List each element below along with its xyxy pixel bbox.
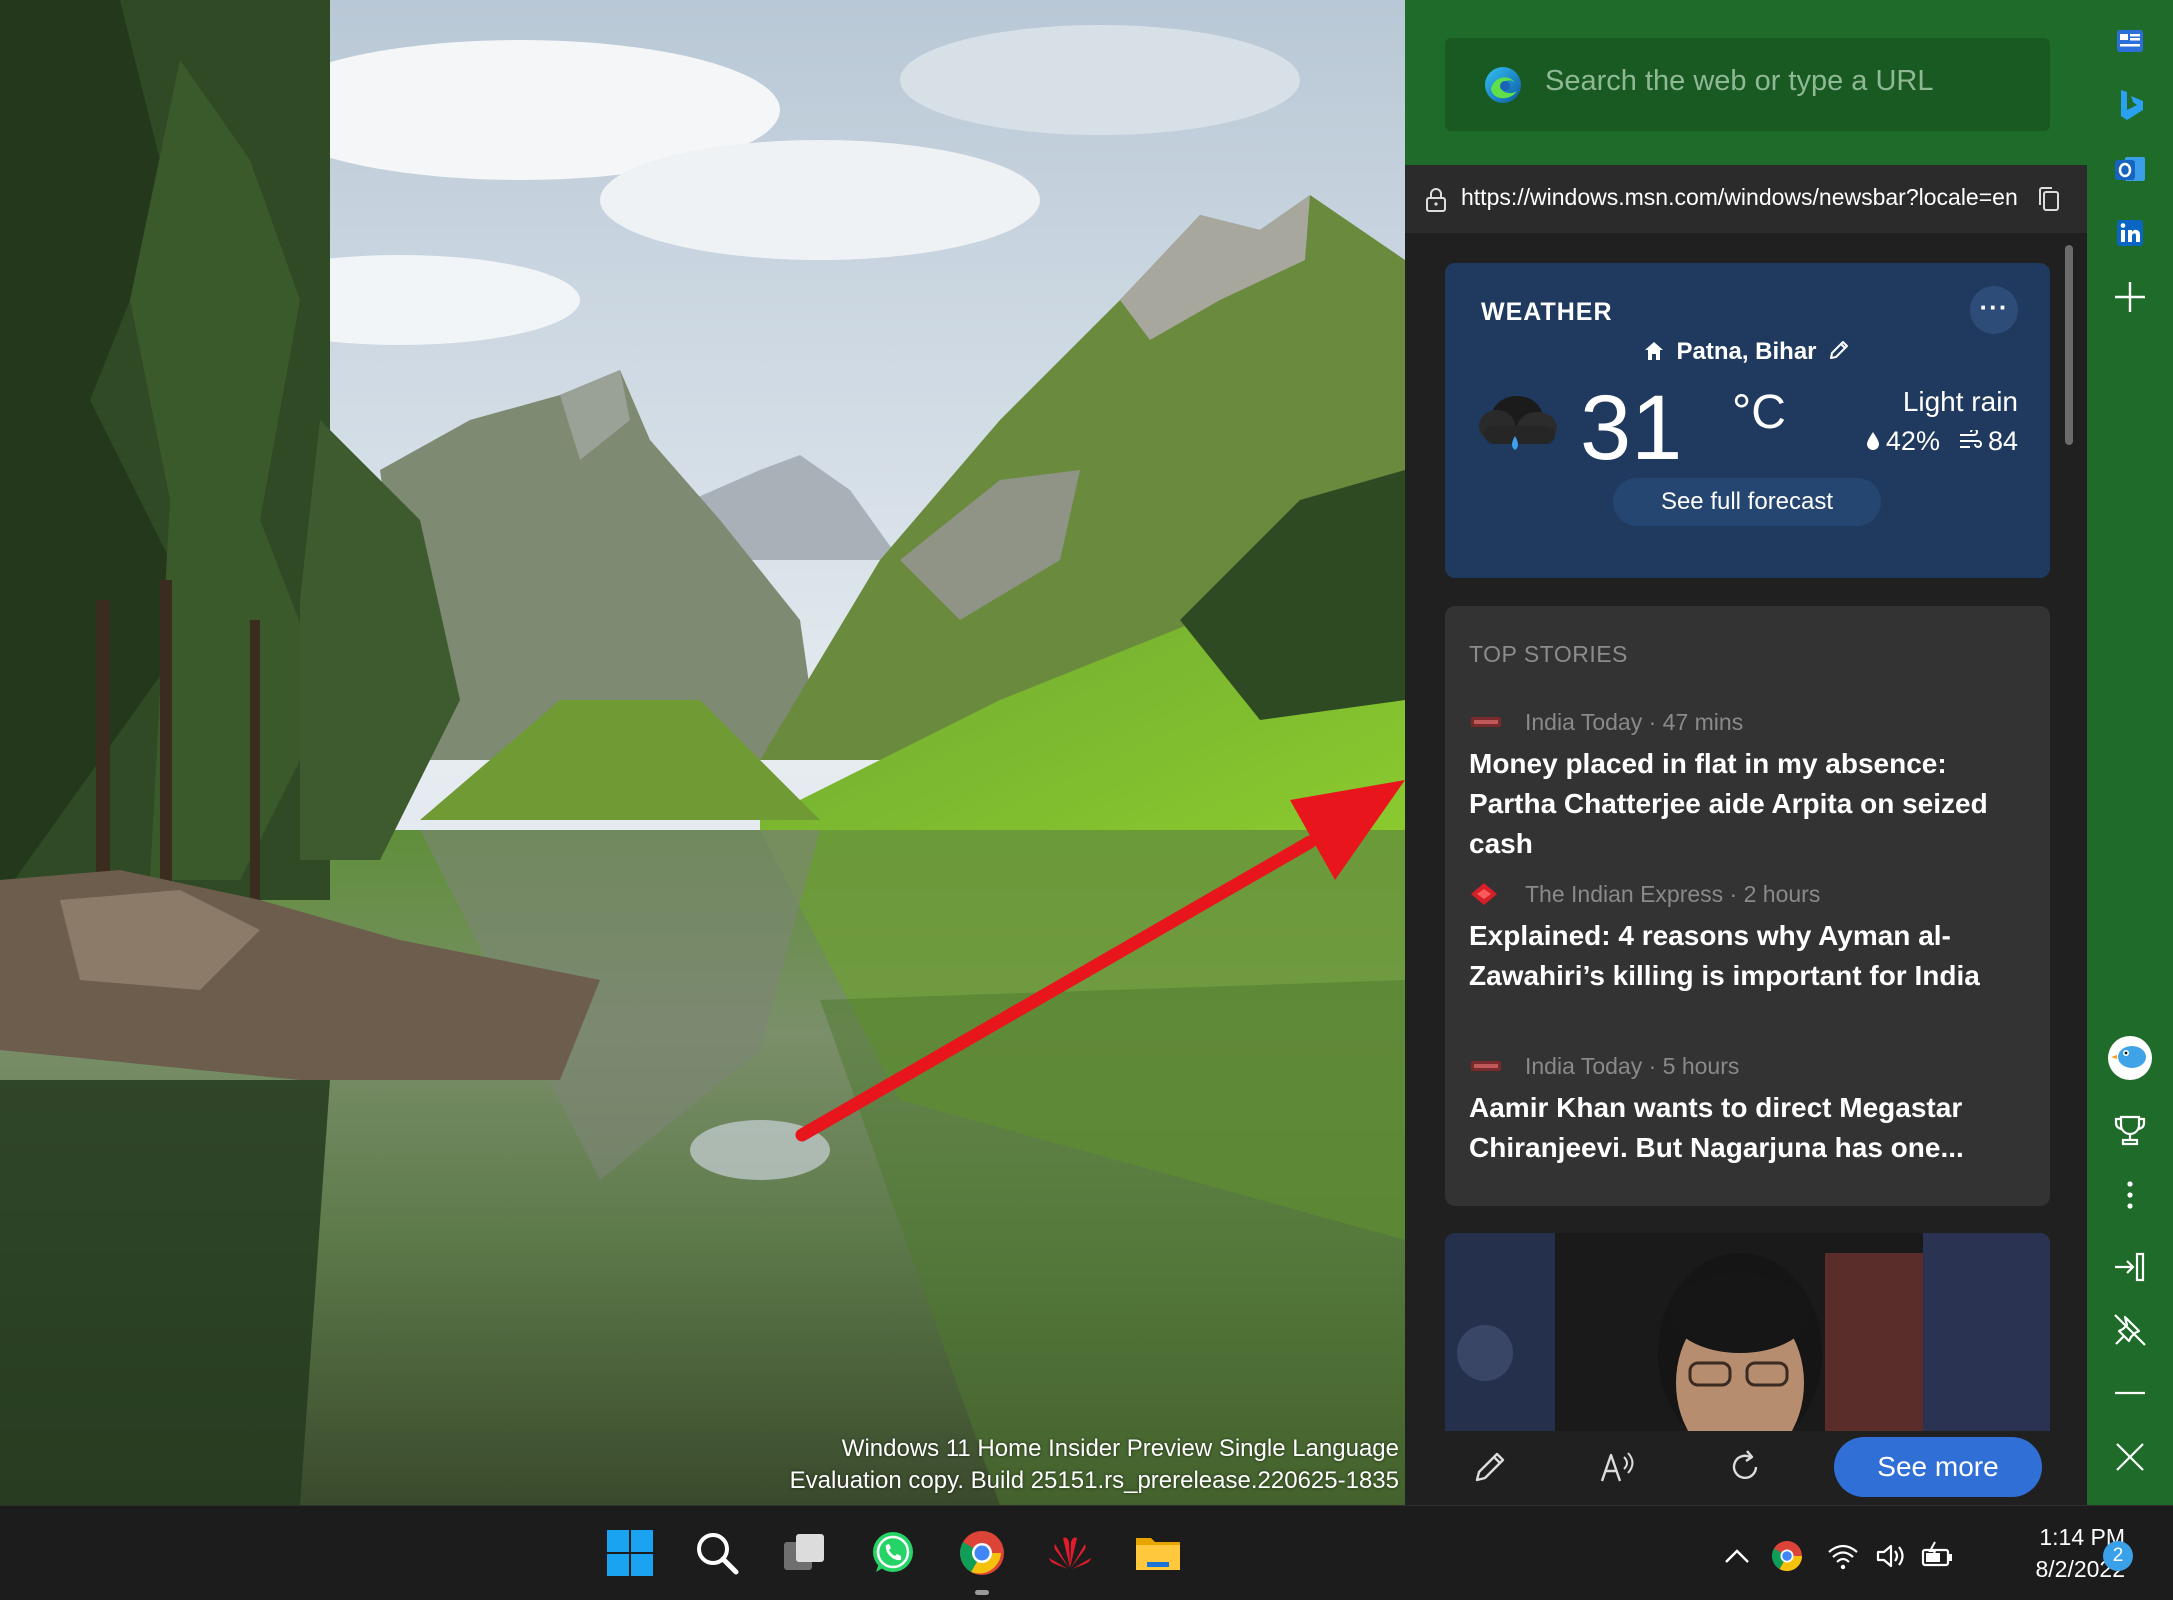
panel-header: Search the web or type a URL: [1405, 0, 2087, 165]
collapse-sidebar-icon[interactable]: [2105, 1242, 2155, 1292]
news-image-card[interactable]: [1445, 1233, 2050, 1431]
task-view-icon[interactable]: [780, 1528, 830, 1578]
edge-sidebar-rail: [2087, 0, 2173, 1505]
add-icon[interactable]: [2105, 272, 2155, 322]
india-today-logo-icon: [1471, 1061, 1501, 1071]
notification-badge[interactable]: 2: [2103, 1541, 2133, 1571]
story-source: The Indian Express · 2 hours: [1525, 881, 1821, 907]
story-meta: India Today · 5 hours: [1469, 1050, 2039, 1088]
lock-icon: [1426, 188, 1446, 212]
top-stories-card: TOP STORIES India Today · 47 mins Money …: [1445, 606, 2050, 1206]
more-options-icon[interactable]: [2105, 1170, 2155, 1220]
pencil-icon[interactable]: [1470, 1447, 1510, 1487]
windows-start-icon[interactable]: [605, 1528, 655, 1578]
story-meta: India Today · 47 mins: [1469, 706, 2039, 744]
url-text[interactable]: https://windows.msn.com/windows/newsbar?…: [1461, 184, 2021, 211]
bird-extension-icon[interactable]: [2105, 1033, 2155, 1083]
top-stories-title: TOP STORIES: [1469, 641, 1628, 667]
address-bar[interactable]: https://windows.msn.com/windows/newsbar?…: [1405, 165, 2087, 233]
story-headline[interactable]: Aamir Khan wants to direct Megastar Chir…: [1469, 1088, 2039, 1168]
weather-location[interactable]: Patna, Bihar: [1445, 338, 2050, 366]
wind-icon: [1959, 430, 1982, 448]
copy-icon[interactable]: [2037, 186, 2061, 212]
news-feed[interactable]: WEATHER ··· Patna, Bihar 31 °C Light rai…: [1405, 233, 2087, 1431]
see-full-forecast-button[interactable]: See full forecast: [1613, 478, 1881, 526]
see-more-button[interactable]: See more: [1834, 1437, 2042, 1497]
file-explorer-icon[interactable]: [1133, 1528, 1183, 1578]
story-item[interactable]: India Today · 47 mins Money placed in fl…: [1469, 706, 2039, 864]
clock-time: 1:14 PM: [2039, 1524, 2125, 1550]
chrome-running-indicator: [975, 1590, 989, 1595]
read-aloud-icon[interactable]: [1597, 1447, 1637, 1487]
chevron-up-icon[interactable]: [1720, 1539, 1754, 1573]
windows-watermark: Windows 11 Home Insider Preview Single L…: [790, 1433, 1399, 1497]
weather-stats: 42% 84: [1866, 426, 2018, 457]
news-widget-icon[interactable]: [2105, 16, 2155, 66]
story-headline[interactable]: Money placed in flat in my absence: Part…: [1469, 744, 2039, 864]
story-item[interactable]: The Indian Express · 2 hours Explained: …: [1469, 878, 2039, 996]
wifi-icon[interactable]: [1826, 1539, 1860, 1573]
taskbar: 1:14 PM 8/2/2022 2: [0, 1505, 2173, 1600]
story-meta: The Indian Express · 2 hours: [1469, 878, 2039, 916]
huawei-icon[interactable]: [1045, 1528, 1095, 1578]
scrollbar-thumb[interactable]: [2065, 245, 2073, 445]
indian-express-logo-icon: [1471, 883, 1497, 905]
weather-more-button[interactable]: ···: [1970, 286, 2018, 334]
close-icon[interactable]: [2105, 1432, 2155, 1482]
outlook-icon[interactable]: [2105, 144, 2155, 194]
linkedin-icon[interactable]: [2105, 208, 2155, 258]
humidity-value: 42%: [1885, 426, 1940, 456]
chrome-icon[interactable]: [957, 1528, 1007, 1578]
chrome-tray-icon[interactable]: [1770, 1539, 1804, 1573]
temperature-value: 31: [1580, 377, 1683, 479]
weather-condition: Light rain: [1902, 386, 2018, 417]
weather-card[interactable]: WEATHER ··· Patna, Bihar 31 °C Light rai…: [1445, 263, 2050, 578]
bing-icon[interactable]: [2105, 80, 2155, 130]
trophy-icon[interactable]: [2105, 1105, 2155, 1155]
story-headline[interactable]: Explained: 4 reasons why Ayman al-Zawahi…: [1469, 916, 2039, 996]
battery-charging-icon[interactable]: [1920, 1539, 1954, 1573]
rain-cloud-icon: [1479, 396, 1557, 450]
humidity-icon: [1866, 432, 1879, 450]
more-dots-icon: ···: [1979, 292, 2009, 322]
wallpaper-image: [0, 0, 1405, 1505]
watermark-line-1: Windows 11 Home Insider Preview Single L…: [841, 1435, 1399, 1462]
unpin-icon[interactable]: [2105, 1305, 2155, 1355]
news-photo: [1445, 1233, 2050, 1431]
volume-icon[interactable]: [1874, 1539, 1908, 1573]
panel-toolbar: See more: [1405, 1431, 2087, 1505]
watermark-line-2: Evaluation copy. Build 25151.rs_prerelea…: [789, 1467, 1399, 1494]
edit-location-icon[interactable]: [1827, 338, 1851, 362]
location-name: Patna, Bihar: [1676, 338, 1817, 365]
wind-value: 84: [1987, 426, 2018, 456]
india-today-logo-icon: [1471, 717, 1501, 727]
story-source: India Today · 5 hours: [1525, 1053, 1740, 1079]
search-box[interactable]: Search the web or type a URL: [1445, 38, 2050, 131]
story-source: India Today · 47 mins: [1525, 709, 1744, 735]
story-item[interactable]: India Today · 5 hours Aamir Khan wants t…: [1469, 1050, 2039, 1168]
search-icon[interactable]: [692, 1528, 742, 1578]
minimize-icon[interactable]: [2105, 1368, 2155, 1418]
whatsapp-icon[interactable]: [868, 1528, 918, 1578]
refresh-icon[interactable]: [1725, 1447, 1765, 1487]
search-placeholder: Search the web or type a URL: [1545, 65, 1934, 97]
home-icon: [1645, 342, 1664, 360]
edge-sidebar-panel: Search the web or type a URL https://win…: [1405, 0, 2087, 1505]
edge-logo-icon: [1485, 67, 1521, 103]
temperature-unit: °C: [1732, 386, 1786, 439]
weather-title: WEATHER: [1481, 298, 1613, 326]
desktop: Windows 11 Home Insider Preview Single L…: [0, 0, 1405, 1505]
